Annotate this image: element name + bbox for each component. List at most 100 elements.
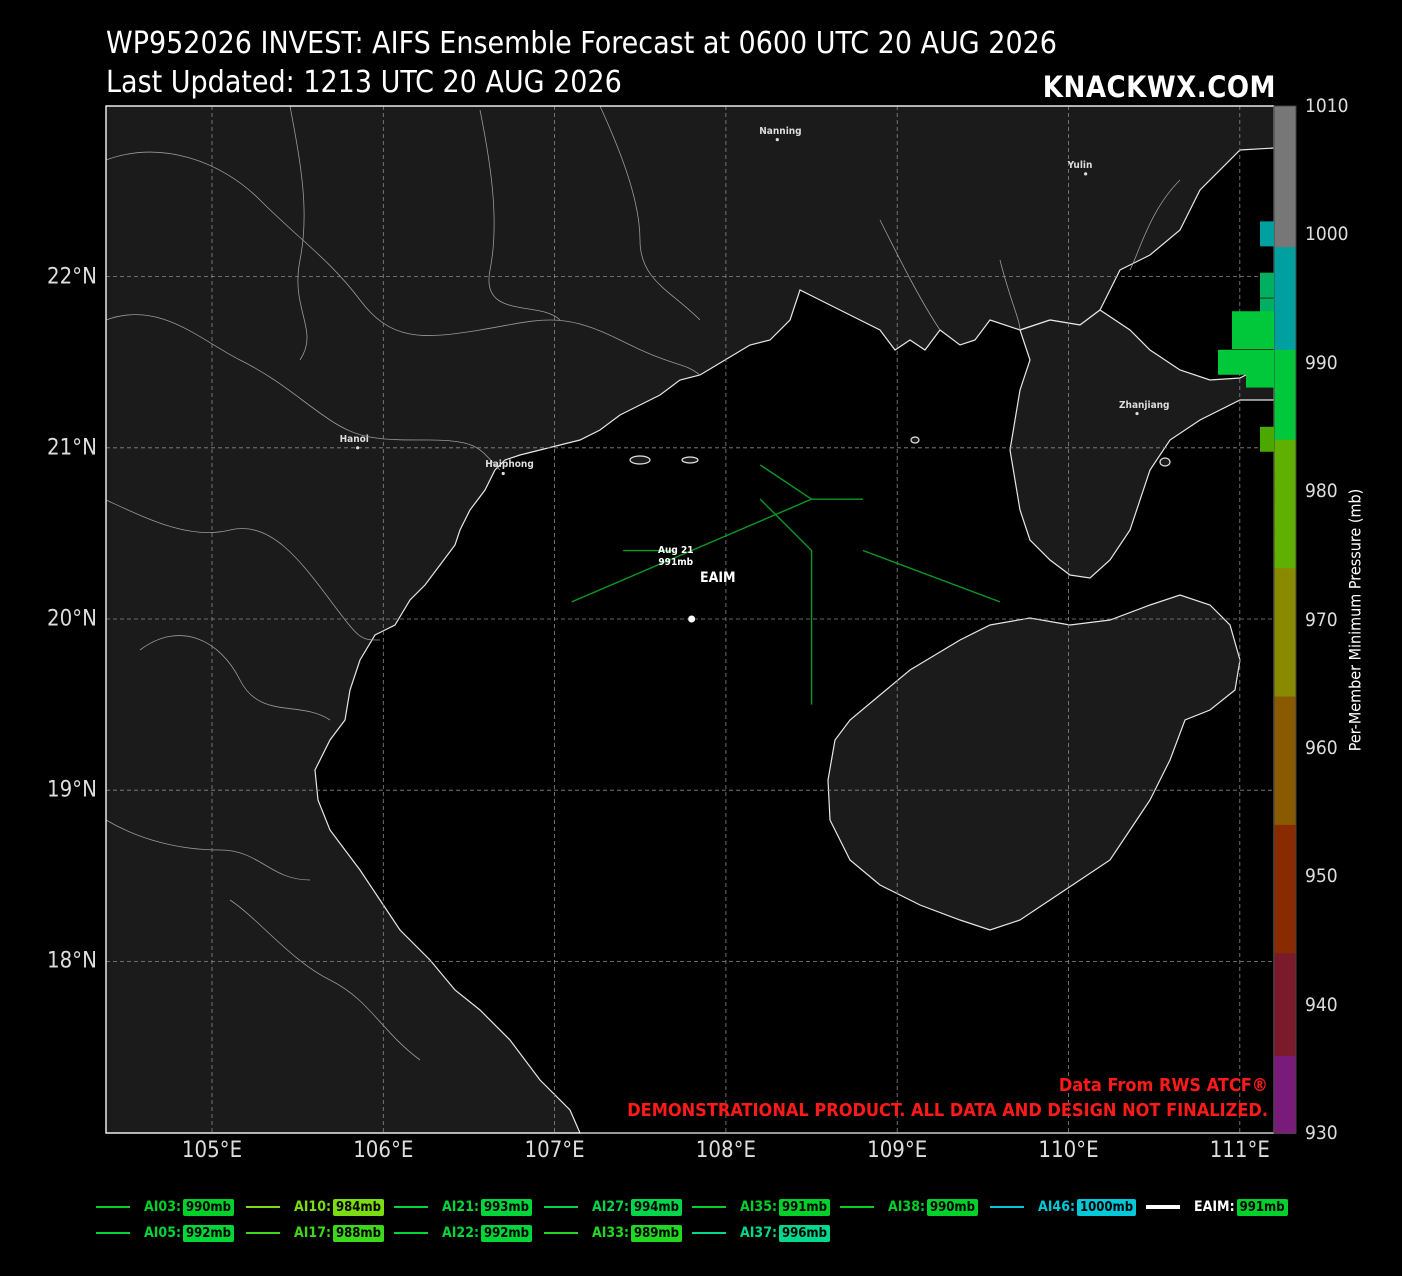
last-updated: Last Updated: 1213 UTC 20 AUG 2026 bbox=[106, 65, 622, 100]
legend-line bbox=[394, 1232, 428, 1234]
eaim-position-marker bbox=[688, 615, 696, 623]
legend-line bbox=[990, 1206, 1024, 1208]
legend-pressure-badge: 991mb bbox=[779, 1198, 830, 1216]
colorbar-segment bbox=[1274, 927, 1296, 942]
colorbar-segment bbox=[1274, 555, 1296, 570]
legend-member-name: AI03: bbox=[144, 1199, 181, 1215]
colorbar-segment bbox=[1274, 786, 1296, 801]
colorbar-tick-label: 960 bbox=[1305, 736, 1338, 759]
legend-pressure-badge: 994mb bbox=[631, 1198, 682, 1216]
legend-member-name: EAIM: bbox=[1194, 1199, 1235, 1215]
histogram-bar bbox=[1260, 272, 1274, 298]
legend-member-name: AI22: bbox=[442, 1225, 479, 1241]
legend-pressure-badge: 989mb bbox=[631, 1224, 682, 1242]
legend-item: AI46: 1000mb bbox=[990, 1196, 1137, 1218]
legend-line bbox=[394, 1206, 428, 1208]
colorbar-segment bbox=[1274, 234, 1296, 249]
colorbar-tick-label: 990 bbox=[1305, 351, 1338, 374]
city-marker bbox=[1135, 411, 1139, 416]
city-label: Zhanjiang bbox=[1119, 399, 1170, 411]
colorbar-segment bbox=[1274, 812, 1296, 826]
colorbar-tick-label: 970 bbox=[1305, 608, 1338, 631]
legend-member-name: AI10: bbox=[294, 1199, 331, 1215]
colorbar-segment bbox=[1274, 722, 1296, 737]
lon-label: 107°E bbox=[524, 1138, 585, 1163]
colorbar-segment bbox=[1274, 1043, 1296, 1057]
colorbar-segment bbox=[1274, 773, 1296, 788]
colorbar-segment bbox=[1274, 580, 1296, 595]
colorbar-segment bbox=[1274, 1030, 1296, 1045]
legend-item: AI33: 989mb bbox=[544, 1222, 682, 1244]
disclaimer: DEMONSTRATIONAL PRODUCT. ALL DATA AND DE… bbox=[627, 1100, 1268, 1121]
colorbar-segment bbox=[1274, 747, 1296, 762]
legend-item: AI21: 993mb bbox=[394, 1196, 532, 1218]
colorbar-segment bbox=[1274, 542, 1296, 557]
city-label: Haiphong bbox=[485, 459, 534, 471]
legend-line bbox=[1146, 1205, 1180, 1209]
colorbar-segment bbox=[1274, 131, 1296, 146]
legend-line bbox=[692, 1206, 726, 1208]
city-marker bbox=[356, 446, 360, 450]
colorbar-segment bbox=[1274, 195, 1296, 210]
colorbar-segment bbox=[1274, 709, 1296, 724]
colorbar-segment bbox=[1274, 863, 1296, 878]
legend-member-name: AI17: bbox=[294, 1225, 331, 1241]
lat-label: 21°N bbox=[47, 435, 97, 461]
legend-line bbox=[544, 1232, 578, 1234]
chart-title: WP952026 INVEST: AIFS Ensemble Forecast … bbox=[106, 26, 1057, 61]
city-label: Hanoi bbox=[339, 433, 369, 445]
colorbar-segment bbox=[1274, 375, 1296, 390]
colorbar-tick-label: 950 bbox=[1305, 865, 1338, 888]
colorbar-segment bbox=[1274, 516, 1296, 531]
city-label: Yulin bbox=[1067, 159, 1093, 171]
legend-item: AI35: 991mb bbox=[692, 1196, 830, 1218]
pressure-colorbar bbox=[1273, 105, 1297, 1134]
colorbar-segment bbox=[1274, 247, 1296, 262]
colorbar-segment bbox=[1274, 670, 1296, 685]
legend-pressure-badge: 993mb bbox=[481, 1198, 532, 1216]
colorbar-segment bbox=[1274, 683, 1296, 698]
city-label: Nanning bbox=[759, 125, 802, 137]
colorbar-segment bbox=[1274, 401, 1296, 416]
lon-label: 111°E bbox=[1209, 1138, 1270, 1163]
colorbar-segment bbox=[1274, 503, 1296, 518]
legend-pressure-badge: 984mb bbox=[333, 1198, 384, 1216]
colorbar-segment bbox=[1274, 349, 1296, 364]
colorbar-segment bbox=[1274, 324, 1296, 339]
legend-item: AI22: 992mb bbox=[394, 1222, 532, 1244]
colorbar-segment bbox=[1274, 426, 1296, 441]
colorbar-segment bbox=[1274, 1017, 1296, 1032]
colorbar-segment bbox=[1274, 658, 1296, 672]
colorbar-segment bbox=[1274, 183, 1296, 197]
colorbar-segment bbox=[1274, 106, 1296, 120]
lon-label: 108°E bbox=[695, 1138, 756, 1163]
brand-logo: KNACKWX.COM bbox=[1042, 70, 1276, 104]
legend-pressure-badge: 1000mb bbox=[1077, 1198, 1137, 1216]
colorbar-tick-label: 1010 bbox=[1305, 95, 1349, 117]
legend-line bbox=[544, 1206, 578, 1208]
legend-line bbox=[96, 1206, 130, 1208]
colorbar-segment bbox=[1274, 953, 1296, 968]
colorbar-segment bbox=[1274, 272, 1296, 287]
colorbar-segment bbox=[1274, 824, 1296, 839]
colorbar-tick-label: 1000 bbox=[1305, 223, 1349, 246]
legend-item: AI17: 988mb bbox=[246, 1222, 384, 1244]
legend-item: AI10: 984mb bbox=[246, 1196, 384, 1218]
colorbar-segment bbox=[1274, 696, 1296, 711]
legend-member-name: AI35: bbox=[740, 1199, 777, 1215]
colorbar-segment bbox=[1274, 606, 1296, 621]
histogram-bar bbox=[1260, 426, 1274, 452]
legend-member-name: AI33: bbox=[592, 1225, 629, 1241]
colorbar-segment bbox=[1274, 414, 1296, 428]
colorbar-segment bbox=[1274, 568, 1296, 582]
legend-line bbox=[840, 1206, 874, 1208]
legend-member-name: AI21: bbox=[442, 1199, 479, 1215]
legend-item: AI37: 996mb bbox=[692, 1222, 830, 1244]
colorbar-segment bbox=[1274, 1055, 1296, 1070]
colorbar-segment bbox=[1274, 593, 1296, 608]
colorbar-segment bbox=[1274, 144, 1296, 159]
colorbar-segment bbox=[1274, 285, 1296, 300]
legend-line bbox=[96, 1232, 130, 1234]
legend-pressure-badge: 996mb bbox=[779, 1224, 830, 1242]
lat-label: 19°N bbox=[47, 777, 97, 803]
